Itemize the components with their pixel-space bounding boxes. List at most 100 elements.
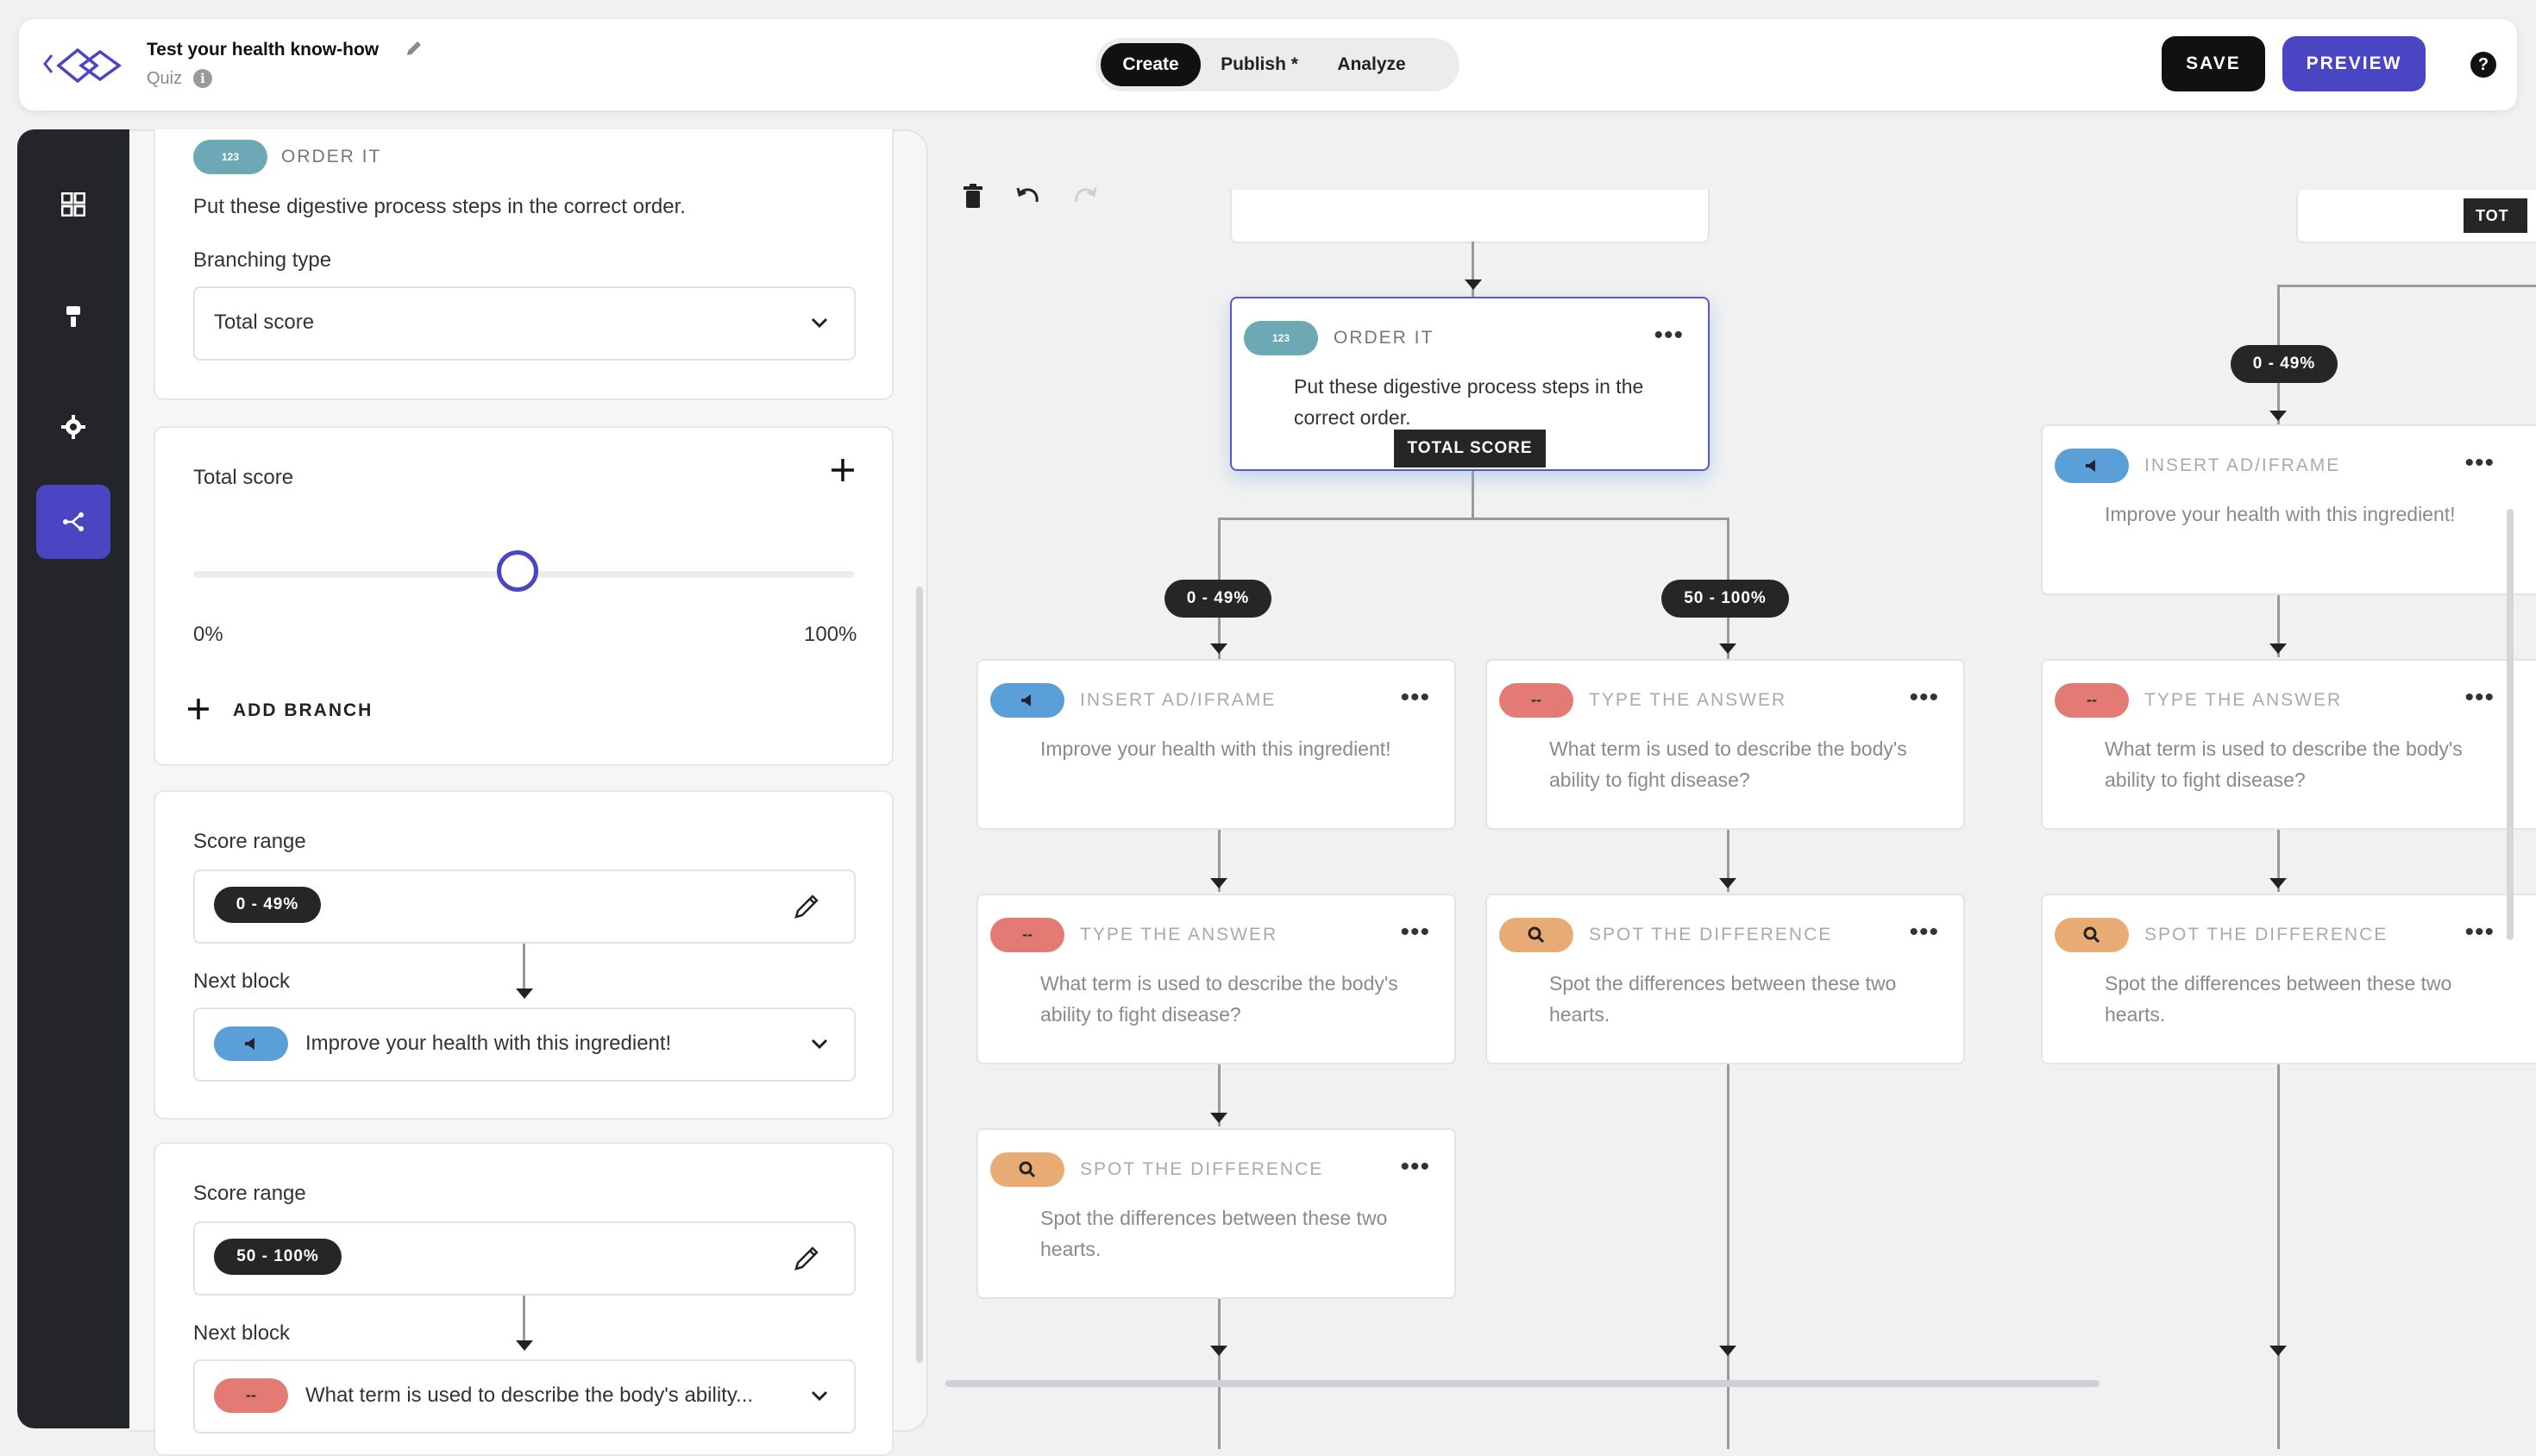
next-block-select[interactable]: -- What term is used to describe the bod…	[193, 1359, 856, 1434]
nav-design[interactable]	[36, 279, 110, 354]
quiz-title[interactable]: Test your health know-how	[147, 40, 379, 60]
node-menu-icon[interactable]: •••	[2464, 918, 2495, 947]
node-type-label: INSERT AD/IFRAME	[1080, 690, 1277, 710]
branch-badge-high[interactable]: 50 - 100%	[1661, 580, 1789, 618]
arrow-down-icon	[516, 988, 533, 999]
arrow-down-icon	[2269, 411, 2287, 421]
branching-type-value: Total score	[214, 311, 315, 334]
branching-type-select[interactable]: Total score	[193, 286, 856, 361]
node-text: Put these digestive process steps in the…	[1294, 375, 1644, 429]
node-text: What term is used to describe the body's…	[1549, 737, 1907, 791]
help-icon[interactable]: ?	[2470, 52, 2496, 78]
flow-node-spot-difference[interactable]: SPOT THE DIFFERENCE ••• Spot the differe…	[1485, 894, 1965, 1064]
pencil-icon[interactable]	[792, 1244, 821, 1273]
flow-node-type-answer[interactable]: -- TYPE THE ANSWER ••• What term is used…	[1485, 659, 1965, 830]
branch-badge-low-right[interactable]: 0 - 49%	[2231, 345, 2338, 383]
nav-grid[interactable]	[36, 167, 110, 242]
flow-node-parent-right[interactable]: TOT	[2296, 190, 2536, 243]
tab-analyze[interactable]: Analyze	[1320, 43, 1423, 86]
connector-line	[1218, 518, 1729, 520]
flow-node-type-answer[interactable]: -- TYPE THE ANSWER ••• What term is used…	[2041, 659, 2536, 830]
arrow-down-icon	[1210, 1113, 1227, 1123]
redo-icon[interactable]	[1068, 179, 1102, 214]
add-branch-button[interactable]: ADD BRANCH	[186, 692, 411, 726]
nav-branching[interactable]	[36, 485, 110, 559]
megaphone-icon	[214, 1026, 288, 1061]
preview-button[interactable]: PREVIEW	[2282, 36, 2426, 91]
node-text: Spot the differences between these two h…	[1549, 972, 1897, 1026]
arrow-down-icon	[1719, 643, 1736, 654]
info-icon[interactable]: i	[193, 69, 212, 88]
node-menu-icon[interactable]: •••	[1909, 918, 1939, 947]
tab-publish[interactable]: Publish *	[1208, 43, 1311, 86]
node-menu-icon[interactable]: •••	[1400, 918, 1430, 947]
type-answer-icon: --	[990, 918, 1064, 952]
trash-icon[interactable]	[956, 179, 990, 214]
branch-card-1: Score range 0 - 49% Next block Improve y…	[154, 790, 894, 1120]
type-answer-icon: --	[1499, 683, 1573, 718]
chevron-down-icon	[811, 1390, 828, 1402]
flow-node-spot-difference[interactable]: SPOT THE DIFFERENCE ••• Spot the differe…	[2041, 894, 2536, 1064]
pencil-icon[interactable]	[792, 892, 821, 921]
node-text: Spot the differences between these two h…	[2105, 972, 2452, 1026]
connector-line	[1472, 471, 1474, 519]
back-logo-icon[interactable]	[40, 40, 143, 91]
node-menu-icon[interactable]: •••	[1400, 683, 1430, 712]
connector-line	[1218, 1299, 1221, 1449]
arrow-down-icon	[1465, 279, 1482, 290]
range-badge: 0 - 49%	[214, 887, 321, 923]
score-slider-handle[interactable]	[497, 550, 538, 592]
node-menu-icon[interactable]: •••	[2464, 683, 2495, 712]
flow-node-type-answer[interactable]: -- TYPE THE ANSWER ••• What term is used…	[976, 894, 1456, 1064]
branch-badge-low[interactable]: 0 - 49%	[1164, 580, 1271, 618]
canvas-vertical-scrollbar[interactable]	[2507, 509, 2514, 940]
paint-roller-icon	[66, 306, 80, 327]
node-menu-icon[interactable]: •••	[1400, 1152, 1430, 1182]
flow-node-parent[interactable]	[1230, 190, 1710, 243]
flow-node-insert-ad[interactable]: INSERT AD/IFRAME ••• Improve your health…	[976, 659, 1456, 830]
connector-line	[2277, 1064, 2280, 1449]
arrow-down-icon	[516, 1340, 533, 1351]
plus-icon[interactable]	[830, 457, 856, 483]
node-menu-icon[interactable]: •••	[1909, 683, 1939, 712]
canvas-horizontal-scrollbar[interactable]	[945, 1380, 2100, 1387]
branching-type-label: Branching type	[193, 248, 332, 272]
slider-max-label: 100%	[804, 623, 857, 646]
node-type-label: SPOT THE DIFFERENCE	[1080, 1159, 1324, 1179]
megaphone-icon	[2055, 449, 2129, 483]
node-type-label: TYPE THE ANSWER	[1080, 925, 1278, 945]
node-text: Improve your health with this ingredient…	[1040, 737, 1391, 760]
connector-line	[1727, 1064, 1729, 1449]
next-block-value: What term is used to describe the body's…	[305, 1384, 754, 1407]
grid-icon	[61, 192, 85, 217]
flow-node-root[interactable]: 123 ORDER IT ••• Put these digestive pro…	[1230, 297, 1710, 471]
pencil-icon[interactable]	[404, 38, 424, 59]
score-range-field[interactable]: 0 - 49%	[193, 869, 856, 944]
node-menu-icon[interactable]: •••	[2464, 449, 2495, 478]
megaphone-icon	[990, 683, 1064, 718]
left-nav	[17, 129, 129, 1428]
tab-create[interactable]: Create	[1101, 43, 1201, 86]
gear-icon	[61, 415, 85, 439]
score-range-field[interactable]: 50 - 100%	[193, 1221, 856, 1296]
top-bar: Test your health know-how Quiz i Create …	[19, 19, 2517, 110]
flow-node-spot-difference[interactable]: SPOT THE DIFFERENCE ••• Spot the differe…	[976, 1128, 1456, 1299]
next-block-select[interactable]: Improve your health with this ingredient…	[193, 1007, 856, 1082]
node-text: Spot the differences between these two h…	[1040, 1207, 1388, 1260]
flow-node-insert-ad[interactable]: INSERT AD/IFRAME ••• Improve your health…	[2041, 424, 2536, 595]
add-branch-label: ADD BRANCH	[233, 700, 373, 720]
arrow-down-icon	[1210, 1346, 1227, 1356]
panel-scrollbar[interactable]	[916, 587, 923, 1363]
chevron-down-icon	[811, 317, 828, 329]
arrow-down-icon	[1719, 1346, 1736, 1356]
chevron-down-icon	[811, 1039, 828, 1050]
save-button[interactable]: SAVE	[2162, 36, 2265, 91]
undo-icon[interactable]	[1011, 179, 1045, 214]
node-menu-icon[interactable]: •••	[1654, 321, 1684, 350]
arrow-down-icon	[2269, 643, 2287, 654]
nav-settings[interactable]	[36, 390, 110, 464]
flow-canvas[interactable]: TOT 123 ORDER IT ••• Put these digestive…	[926, 129, 2536, 1449]
total-score-card: Total score 0% 100% ADD BRANCH	[154, 426, 894, 766]
quiz-type-label: Quiz	[147, 69, 183, 88]
node-type-label: TYPE THE ANSWER	[1589, 690, 1787, 710]
